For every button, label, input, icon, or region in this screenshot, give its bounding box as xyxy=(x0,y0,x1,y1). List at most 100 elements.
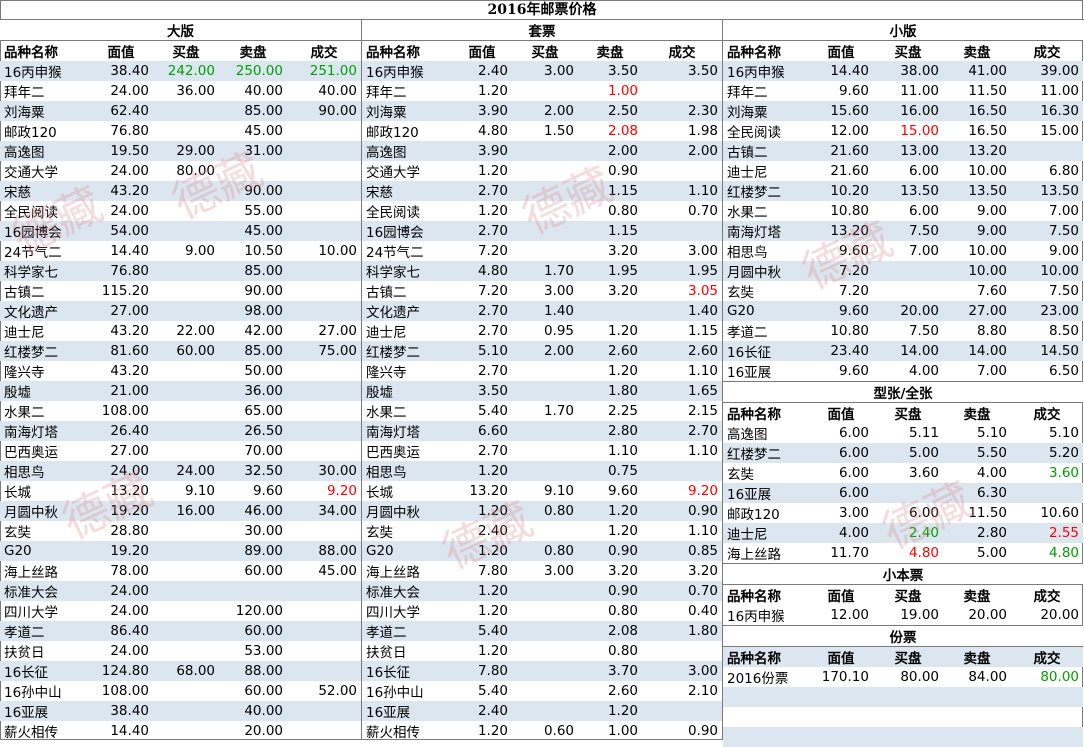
face-cell: 1.20 xyxy=(477,203,508,219)
deal-cell: 40.00 xyxy=(318,83,357,99)
face-cell: 2.40 xyxy=(452,701,512,721)
deal-cell xyxy=(287,581,361,601)
ask-cell: 120.00 xyxy=(235,603,283,619)
ask-cell: 85.00 xyxy=(219,101,287,121)
ask-cell: 84.00 xyxy=(968,669,1007,685)
bid-cell xyxy=(153,221,219,241)
table-row: 红楼梦二 81.60 60.00 85.00 75.00 xyxy=(0,341,361,361)
stamp-name-cell: 薪火相传 xyxy=(366,725,420,741)
bid-cell xyxy=(512,381,578,401)
bid-cell xyxy=(153,721,219,741)
face-cell: 9.60 xyxy=(838,83,869,99)
face-cell: 28.80 xyxy=(110,523,149,539)
stamp-name-cell: 2016份票 xyxy=(727,671,789,687)
ask-cell: 85.00 xyxy=(219,261,287,281)
face-cell: 76.80 xyxy=(89,261,153,281)
ask-cell: 250.00 xyxy=(219,61,287,81)
deal-cell xyxy=(287,121,361,141)
table-row: G20 9.60 20.00 27.00 23.00 xyxy=(723,301,1083,321)
set-panel: 套票 品种名称 面值 买盘 卖盘 成交 16丙申猴 2.40 3.00 3.50 3.50 拜年二 1.… xyxy=(362,20,722,741)
ask-cell: 1.20 xyxy=(607,523,638,539)
stamp-name-cell: 科学家七 xyxy=(0,261,89,281)
stamp-name-cell: 全民阅读 xyxy=(4,205,58,221)
bid-cell: 0.80 xyxy=(512,501,578,521)
face-cell: 5.10 xyxy=(452,341,512,361)
face-cell: 26.40 xyxy=(89,421,153,441)
bid-cell xyxy=(153,521,219,541)
column-header: 成交 xyxy=(668,45,696,61)
column-header: 卖盘 xyxy=(596,45,624,61)
bid-cell: 68.00 xyxy=(153,661,219,681)
ask-cell: 42.00 xyxy=(244,323,283,339)
face-cell: 62.40 xyxy=(89,101,153,121)
bid-cell: 36.00 xyxy=(176,83,215,99)
table-row: 迪士尼 21.60 6.00 10.00 6.80 xyxy=(723,161,1083,181)
stamp-name-cell: 16长征 xyxy=(723,341,809,361)
bid-cell: 1.70 xyxy=(543,403,574,419)
column-header: 面值 xyxy=(827,407,855,423)
stamp-name-cell: 16孙中山 xyxy=(366,685,424,701)
deal-cell: 1.40 xyxy=(642,301,722,321)
face-cell: 4.80 xyxy=(452,261,512,281)
column-header: 面值 xyxy=(809,646,873,667)
deal-cell: 2.10 xyxy=(687,683,718,699)
deal-cell: 2.00 xyxy=(642,141,722,161)
face-cell: 5.40 xyxy=(477,683,508,699)
stamp-name-cell: 拜年二 xyxy=(366,85,407,101)
stamp-name-cell: 高逸图 xyxy=(0,141,89,161)
face-cell: 15.60 xyxy=(809,101,873,121)
face-cell: 23.40 xyxy=(809,341,873,361)
deal-cell xyxy=(287,521,361,541)
ask-cell: 1.20 xyxy=(578,501,642,521)
deal-cell: 2.70 xyxy=(642,421,722,441)
table-row: 刘海粟 3.90 2.00 2.50 2.30 xyxy=(362,101,722,121)
bid-cell xyxy=(153,361,219,381)
deal-cell: 15.00 xyxy=(1040,123,1079,139)
face-cell: 13.20 xyxy=(809,221,873,241)
ask-cell: 1.15 xyxy=(578,221,642,241)
face-cell: 24.00 xyxy=(110,203,149,219)
ask-cell: 6.30 xyxy=(943,483,1011,503)
stamp-name-cell: 南海灯塔 xyxy=(723,221,809,241)
ask-cell: 16.50 xyxy=(943,101,1011,121)
face-cell: 6.60 xyxy=(452,421,512,441)
stamp-name-cell: 科学家七 xyxy=(362,261,452,281)
deal-cell: 0.70 xyxy=(642,581,722,601)
bid-cell xyxy=(153,181,219,201)
table-row: 南海灯塔 6.60 2.80 2.70 xyxy=(362,421,722,441)
empty-cell xyxy=(723,727,1083,747)
bid-cell: 2.00 xyxy=(512,101,578,121)
bid-cell: 16.00 xyxy=(873,101,943,121)
stamp-name-cell: 拜年二 xyxy=(4,85,45,101)
stamp-name-cell: 16园博会 xyxy=(362,221,452,241)
face-cell: 5.40 xyxy=(452,621,512,641)
face-cell: 43.20 xyxy=(110,323,149,339)
ask-cell: 7.60 xyxy=(976,283,1007,299)
stamp-name-cell: 海上丝路 xyxy=(4,565,58,581)
ask-cell xyxy=(219,581,287,601)
stamp-name-cell: 高逸图 xyxy=(727,427,768,443)
empty-row xyxy=(723,687,1083,707)
header-row: 品种名称 面值 买盘 卖盘 成交 xyxy=(723,646,1083,667)
ask-cell: 9.00 xyxy=(943,221,1011,241)
stamp-name-cell: 南海灯塔 xyxy=(362,421,452,441)
face-cell: 2.70 xyxy=(452,181,512,201)
bid-cell: 9.00 xyxy=(184,243,215,259)
deal-cell: 9.00 xyxy=(1048,243,1079,259)
stamp-name-cell: 红楼梦二 xyxy=(0,341,89,361)
stamp-name-cell: 16孙中山 xyxy=(4,685,62,701)
stamp-name-cell: 红楼梦二 xyxy=(723,443,809,463)
deal-cell: 1.95 xyxy=(642,261,722,281)
column-header: 买盘 xyxy=(172,45,200,61)
column-header: 买盘 xyxy=(894,45,922,61)
table-row: 24节气二 14.40 9.00 10.50 10.00 xyxy=(0,241,361,261)
face-cell: 3.50 xyxy=(452,381,512,401)
table-row: 相思鸟 1.20 0.75 xyxy=(362,461,722,481)
bid-cell: 19.00 xyxy=(900,607,939,623)
deal-cell: 3.05 xyxy=(687,283,718,299)
column-header: 卖盘 xyxy=(963,589,991,605)
ask-cell: 1.20 xyxy=(578,701,642,721)
section-title-row: 小本票 xyxy=(723,563,1083,585)
column-header: 成交 xyxy=(1011,646,1083,667)
face-cell: 108.00 xyxy=(101,683,149,699)
